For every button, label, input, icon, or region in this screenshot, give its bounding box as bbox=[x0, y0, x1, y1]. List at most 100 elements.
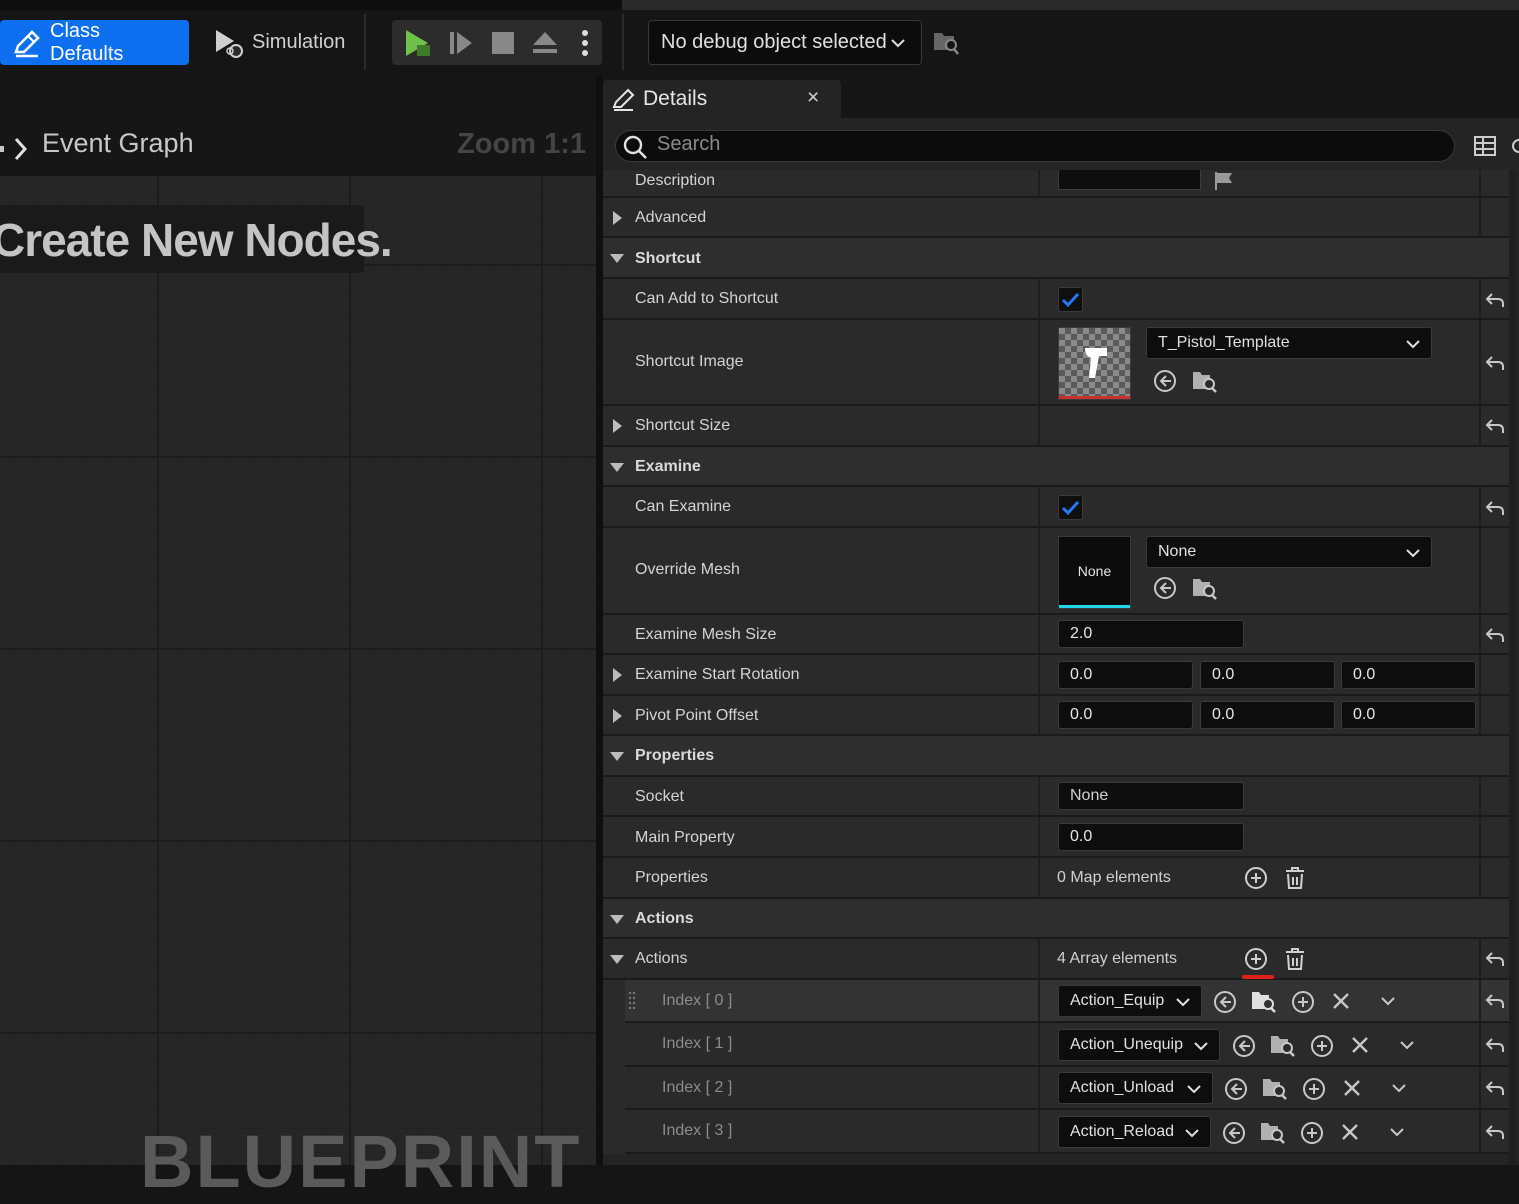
category-shortcut[interactable]: Shortcut bbox=[603, 238, 1516, 279]
action-value: Action_Unload bbox=[1070, 1079, 1175, 1096]
row-advanced[interactable]: Advanced bbox=[603, 198, 1516, 238]
close-tab-button[interactable]: × bbox=[807, 86, 819, 110]
override-mesh-asset-picker[interactable]: None bbox=[1146, 536, 1432, 568]
property-rows: Description Advanced Shortcut Can Add to… bbox=[603, 170, 1519, 1165]
insert-element-icon[interactable] bbox=[1302, 1077, 1326, 1101]
action-select[interactable]: Action_Unequip bbox=[1058, 1029, 1220, 1061]
action-select[interactable]: Action_Unload bbox=[1058, 1072, 1213, 1104]
details-scrollbar[interactable] bbox=[1509, 170, 1516, 1165]
insert-element-icon[interactable] bbox=[1300, 1121, 1324, 1145]
use-selected-asset-icon[interactable] bbox=[1153, 576, 1177, 600]
can-examine-checkbox[interactable] bbox=[1058, 495, 1083, 520]
drag-handle-icon[interactable] bbox=[628, 991, 636, 1013]
rotation-x-input[interactable]: 0.0 bbox=[1058, 661, 1193, 689]
element-menu-chevron-icon[interactable] bbox=[1398, 1037, 1416, 1053]
reset-to-default-icon[interactable] bbox=[1485, 499, 1505, 517]
expand-arrow-icon[interactable] bbox=[613, 709, 622, 723]
reset-to-default-icon[interactable] bbox=[1485, 992, 1505, 1010]
collapse-arrow-icon[interactable] bbox=[610, 915, 624, 924]
tab-details[interactable]: Details × bbox=[603, 80, 841, 118]
settings-icon[interactable] bbox=[1507, 135, 1519, 157]
use-selected-asset-icon[interactable] bbox=[1224, 1077, 1248, 1101]
use-selected-asset-icon[interactable] bbox=[1213, 990, 1237, 1014]
add-element-icon[interactable] bbox=[1244, 866, 1268, 890]
browse-asset-icon[interactable] bbox=[1192, 369, 1218, 393]
rotation-z-input[interactable]: 0.0 bbox=[1341, 661, 1476, 689]
row-examine-start-rotation: Examine Start Rotation 0.0 0.0 0.0 bbox=[603, 655, 1516, 696]
browse-asset-icon[interactable] bbox=[1262, 1075, 1288, 1101]
action-select[interactable]: Action_Reload bbox=[1058, 1116, 1211, 1148]
trash-icon[interactable] bbox=[1284, 866, 1306, 890]
panel-splitter[interactable] bbox=[596, 74, 603, 1165]
clear-icon[interactable] bbox=[1350, 1035, 1370, 1055]
pivot-y-input[interactable]: 0.0 bbox=[1200, 701, 1335, 729]
rotation-y-input[interactable]: 0.0 bbox=[1200, 661, 1335, 689]
event-graph-canvas[interactable]: Event Graph Zoom 1:1 Create New Nodes. B… bbox=[0, 74, 596, 1203]
examine-start-rotation-label: Examine Start Rotation bbox=[635, 666, 800, 683]
pivot-x-input[interactable]: 0.0 bbox=[1058, 701, 1193, 729]
reset-to-default-icon[interactable] bbox=[1485, 291, 1505, 309]
row-actions-array[interactable]: Actions 4 Array elements bbox=[603, 939, 1516, 980]
reset-to-default-icon[interactable] bbox=[1485, 950, 1505, 968]
examine-mesh-size-input[interactable]: 2.0 bbox=[1058, 620, 1244, 648]
collapse-arrow-icon[interactable] bbox=[610, 254, 624, 263]
main-property-input[interactable]: 0.0 bbox=[1058, 823, 1244, 851]
category-actions[interactable]: Actions bbox=[603, 899, 1516, 939]
override-mesh-thumbnail[interactable]: None bbox=[1058, 536, 1131, 609]
stop-button[interactable] bbox=[486, 20, 520, 65]
expand-arrow-icon[interactable] bbox=[613, 419, 622, 433]
reset-to-default-icon[interactable] bbox=[1485, 626, 1505, 644]
browse-asset-icon[interactable] bbox=[1260, 1119, 1286, 1145]
browse-folder-icon[interactable] bbox=[932, 28, 960, 56]
category-examine[interactable]: Examine bbox=[603, 447, 1516, 487]
element-menu-chevron-icon[interactable] bbox=[1379, 993, 1397, 1009]
collapse-arrow-icon[interactable] bbox=[610, 752, 624, 761]
clear-icon[interactable] bbox=[1340, 1122, 1360, 1142]
breadcrumb-event-graph[interactable]: Event Graph bbox=[42, 128, 194, 159]
play-button[interactable] bbox=[398, 20, 436, 65]
collapse-arrow-icon[interactable] bbox=[610, 463, 624, 472]
trash-icon[interactable] bbox=[1284, 947, 1306, 971]
edit-icon bbox=[12, 28, 42, 58]
details-search-input[interactable]: Search bbox=[615, 130, 1455, 162]
expand-arrow-icon[interactable] bbox=[613, 211, 622, 225]
category-properties[interactable]: Properties bbox=[603, 736, 1516, 777]
table-view-icon[interactable] bbox=[1474, 135, 1496, 157]
add-element-icon[interactable] bbox=[1244, 947, 1268, 971]
step-button[interactable] bbox=[444, 20, 478, 65]
socket-input[interactable]: None bbox=[1058, 782, 1244, 810]
pivot-z-input[interactable]: 0.0 bbox=[1341, 701, 1476, 729]
debug-object-dropdown[interactable]: No debug object selected bbox=[648, 20, 922, 65]
shortcut-image-thumbnail[interactable] bbox=[1058, 327, 1131, 400]
reset-to-default-icon[interactable] bbox=[1485, 354, 1505, 372]
eject-button[interactable] bbox=[528, 20, 562, 65]
element-menu-chevron-icon[interactable] bbox=[1388, 1124, 1406, 1140]
clear-icon[interactable] bbox=[1342, 1078, 1362, 1098]
browse-asset-icon[interactable] bbox=[1251, 988, 1277, 1014]
expand-arrow-icon[interactable] bbox=[613, 668, 622, 682]
reset-to-default-icon[interactable] bbox=[1485, 417, 1505, 435]
row-shortcut-size[interactable]: Shortcut Size bbox=[603, 406, 1516, 447]
insert-element-icon[interactable] bbox=[1291, 990, 1315, 1014]
class-defaults-button[interactable]: Class Defaults bbox=[0, 20, 189, 65]
shortcut-image-asset-picker[interactable]: T_Pistol_Template bbox=[1146, 327, 1432, 359]
simulation-button[interactable]: Simulation bbox=[200, 20, 360, 65]
search-placeholder: Search bbox=[657, 133, 721, 155]
use-selected-asset-icon[interactable] bbox=[1232, 1034, 1256, 1058]
use-selected-asset-icon[interactable] bbox=[1153, 369, 1177, 393]
use-selected-asset-icon[interactable] bbox=[1222, 1121, 1246, 1145]
browse-asset-icon[interactable] bbox=[1270, 1032, 1296, 1058]
description-field[interactable] bbox=[1058, 170, 1201, 190]
clear-icon[interactable] bbox=[1331, 991, 1351, 1011]
flag-icon[interactable] bbox=[1214, 172, 1234, 190]
reset-to-default-icon[interactable] bbox=[1485, 1123, 1505, 1141]
reset-to-default-icon[interactable] bbox=[1485, 1079, 1505, 1097]
element-menu-chevron-icon[interactable] bbox=[1390, 1080, 1408, 1096]
reset-to-default-icon[interactable] bbox=[1485, 1036, 1505, 1054]
action-select[interactable]: Action_Equip bbox=[1058, 985, 1202, 1017]
can-add-to-shortcut-checkbox[interactable] bbox=[1058, 287, 1083, 312]
browse-asset-icon[interactable] bbox=[1192, 576, 1218, 600]
more-options-button[interactable] bbox=[570, 20, 600, 65]
insert-element-icon[interactable] bbox=[1310, 1034, 1334, 1058]
collapse-arrow-icon[interactable] bbox=[610, 955, 624, 964]
